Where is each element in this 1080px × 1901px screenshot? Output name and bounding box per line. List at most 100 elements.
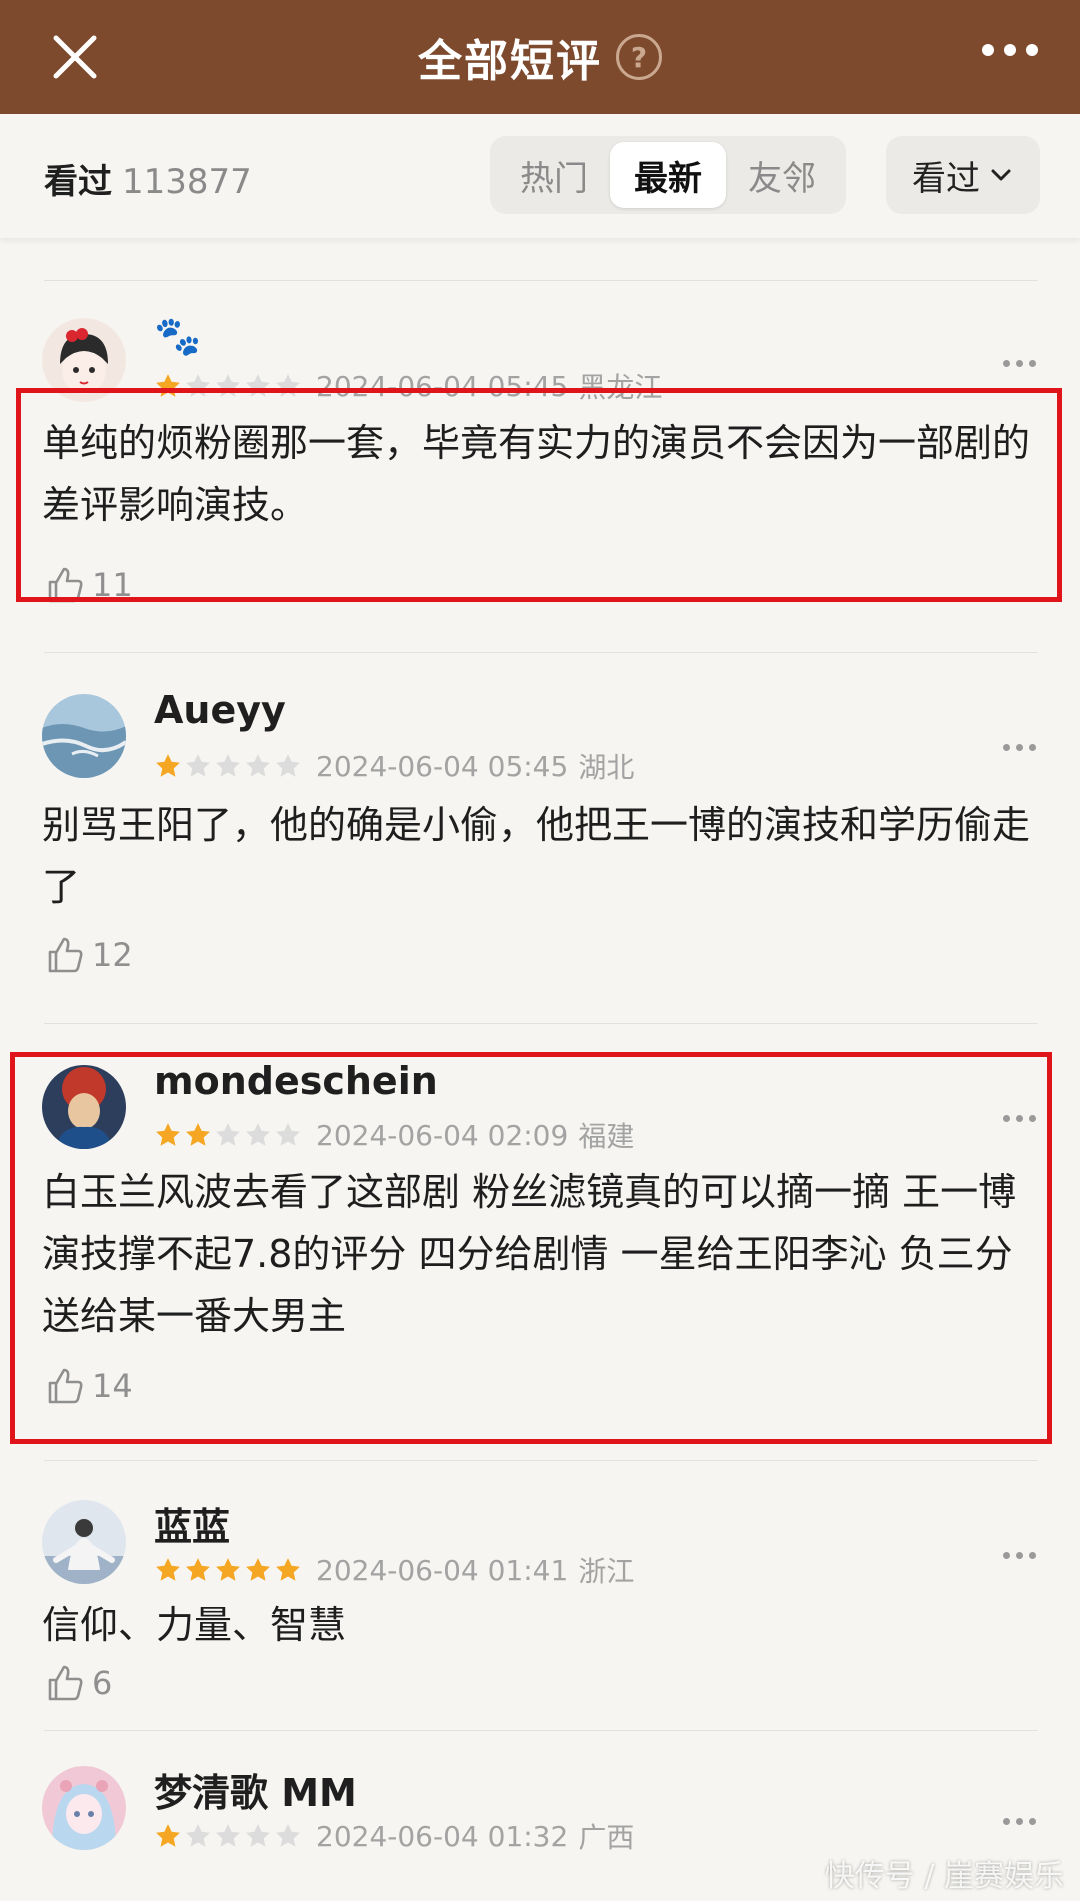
star-filled-icon [216,1558,240,1581]
tab-hot[interactable]: 热门 [496,142,612,208]
star-empty-icon [246,374,270,397]
star-empty-icon [276,754,300,777]
comment-more-icon[interactable] [1003,1552,1036,1559]
username[interactable]: mondeschein [154,1059,438,1103]
divider [44,652,1038,653]
avatar-image [42,1500,126,1584]
comment-more-icon[interactable] [1003,360,1036,367]
sort-segmented-control: 热门 最新 友邻 [490,136,846,214]
star-empty-icon [276,374,300,397]
comment-more-icon[interactable] [1003,1115,1036,1122]
divider [44,1023,1038,1024]
thumbs-up-icon [48,567,83,603]
avatar[interactable] [42,694,126,778]
like-button[interactable]: 6 [44,1662,112,1704]
seen-count-value: 113877 [122,162,252,202]
comment-meta: 2024-06-04 01:32 广西 [154,1816,634,1856]
avatar[interactable] [42,1500,126,1584]
username[interactable]: 梦清歌 MM [154,1762,357,1817]
star-filled-icon [186,1123,210,1146]
star-empty-icon [216,1824,240,1847]
comment-time: 2024-06-04 02:09 [316,1118,569,1152]
comment-time: 2024-06-04 05:45 [316,749,569,783]
username[interactable]: Aueyy [154,688,286,732]
divider [44,1460,1038,1461]
comment-meta: 2024-06-04 05:45 黑龙江 [154,366,662,406]
chevron-down-icon [991,169,1011,181]
like-count: 11 [92,566,133,604]
comment-meta: 2024-06-04 05:45 湖北 [154,746,634,786]
comment-meta: 2024-06-04 01:41 浙江 [154,1550,634,1590]
star-empty-icon [186,374,210,397]
avatar[interactable] [42,1065,126,1149]
comment-text: 单纯的烦粉圈那一套，毕竟有实力的演员不会因为一部剧的差评影响演技。 [42,421,1031,527]
comment-time: 2024-06-04 01:41 [316,1553,569,1587]
avatar-image [42,318,126,402]
like-button[interactable]: 14 [44,1365,133,1407]
rating-stars [154,1556,302,1584]
username[interactable]: 🐾 [154,314,201,359]
comment-location: 福建 [578,1120,635,1153]
avatar-image [42,694,126,778]
tab-latest[interactable]: 最新 [610,142,726,208]
star-empty-icon [216,374,240,397]
seen-count: 看过 113877 [44,154,252,203]
like-button[interactable]: 12 [44,934,133,976]
filter-bar: 看过 113877 热门 最新 友邻 看过 [0,114,1080,238]
star-empty-icon [276,1824,300,1847]
comment-location: 黑龙江 [578,371,663,404]
like-button[interactable]: 11 [44,564,133,606]
comment-location: 湖北 [578,751,635,784]
comment-text: 别骂王阳了，他的确是小偷，他把王一博的演技和学历偷走了 [42,803,1031,909]
star-filled-icon [156,1123,180,1146]
seen-filter-dropdown[interactable]: 看过 [886,136,1040,214]
star-empty-icon [216,754,240,777]
star-empty-icon [186,754,210,777]
comment-text: 白玉兰风波去看了这部剧 粉丝滤镜真的可以摘一摘 王一博演技撑不起7.8的评分 四… [42,1170,1017,1338]
comment-more-icon[interactable] [1003,744,1036,751]
avatar[interactable] [42,318,126,402]
close-icon[interactable] [48,30,102,84]
rating-stars [154,752,302,780]
more-options-icon[interactable] [982,44,1038,56]
comment-location: 广西 [578,1821,635,1854]
avatar-image [42,1766,126,1850]
page-title: 全部短评 [418,36,602,87]
star-empty-icon [216,1123,240,1146]
help-icon[interactable]: ? [616,34,662,80]
comment-more-icon[interactable] [1003,1818,1036,1825]
thumbs-up-icon [48,1368,83,1404]
star-filled-icon [156,1558,180,1581]
watermark: 快传号 / 崖赛娱乐 [824,1859,1064,1894]
top-bar: 全部短评 ? [0,0,1080,114]
star-empty-icon [276,1123,300,1146]
star-filled-icon [276,1558,300,1581]
star-filled-icon [186,1558,210,1581]
star-empty-icon [246,1123,270,1146]
rating-stars [154,1822,302,1850]
star-filled-icon [156,1824,180,1847]
username[interactable]: 蓝蓝 [154,1496,230,1551]
thumbs-up-icon [48,1665,83,1701]
like-count: 6 [92,1664,113,1702]
star-filled-icon [156,374,180,397]
like-count: 12 [92,936,133,974]
like-count: 14 [92,1367,133,1405]
star-filled-icon [246,1558,270,1581]
divider [44,280,1038,281]
seen-count-label: 看过 [44,162,112,202]
star-filled-icon [156,754,180,777]
divider [44,1730,1038,1731]
thumbs-up-icon [48,937,83,973]
comment-text: 信仰、力量、智慧 [42,1603,347,1647]
avatar[interactable] [42,1766,126,1850]
title-group: 全部短评 ? [418,25,662,89]
star-empty-icon [186,1824,210,1847]
comment-meta: 2024-06-04 02:09 福建 [154,1115,634,1155]
comment-location: 浙江 [578,1555,635,1588]
star-empty-icon [246,754,270,777]
seen-filter-label: 看过 [912,158,980,199]
tab-friends[interactable]: 友邻 [724,142,840,208]
rating-stars [154,1121,302,1149]
star-empty-icon [246,1824,270,1847]
